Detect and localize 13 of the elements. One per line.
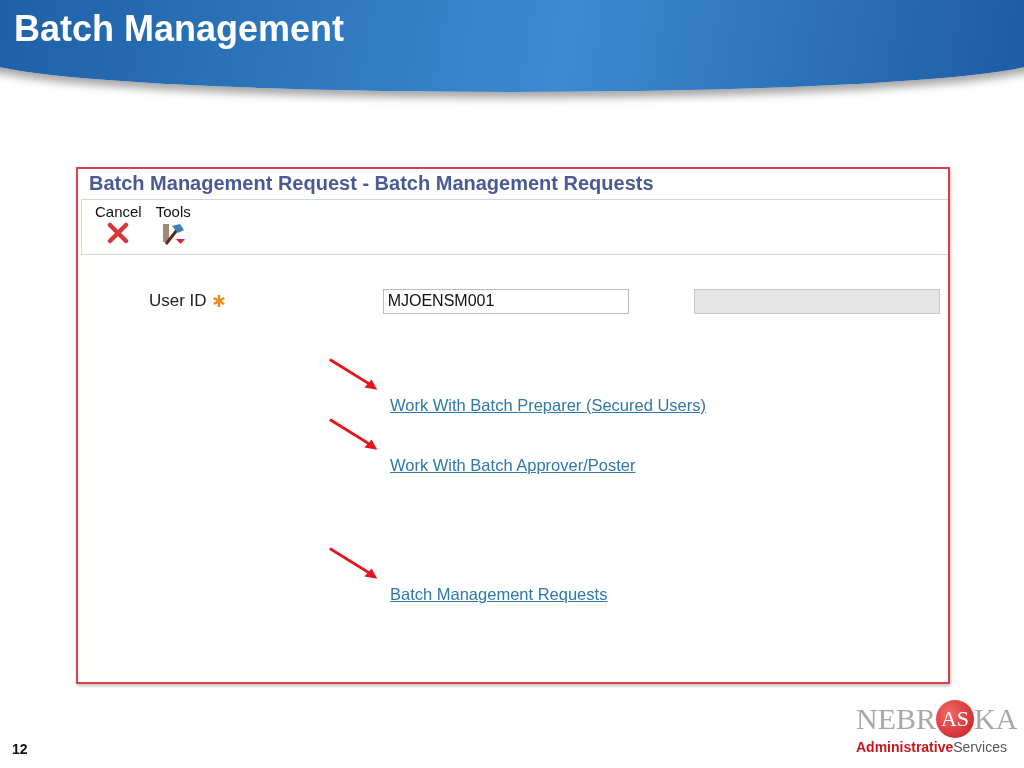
- hammer-icon: [160, 222, 187, 246]
- slide-title: Batch Management: [14, 8, 345, 50]
- link[interactable]: Work With Batch Preparer (Secured Users): [390, 396, 707, 415]
- link[interactable]: Work With Batch Approver/Poster: [390, 456, 636, 475]
- logo: NEBR AS KA AdministrativeServices: [856, 700, 1018, 756]
- user-id-field[interactable]: MJOENSM001: [382, 288, 629, 314]
- form-title: Batch Management Request - Batch Management Requests: [89, 172, 654, 195]
- slide-number: 12: [12, 741, 28, 757]
- tools-button[interactable]: Tools: [155, 203, 191, 254]
- close-icon: [107, 222, 130, 244]
- cancel-button[interactable]: Cancel: [95, 203, 142, 254]
- field-label: User ID: [149, 291, 207, 311]
- link[interactable]: Batch Management Requests: [390, 585, 608, 604]
